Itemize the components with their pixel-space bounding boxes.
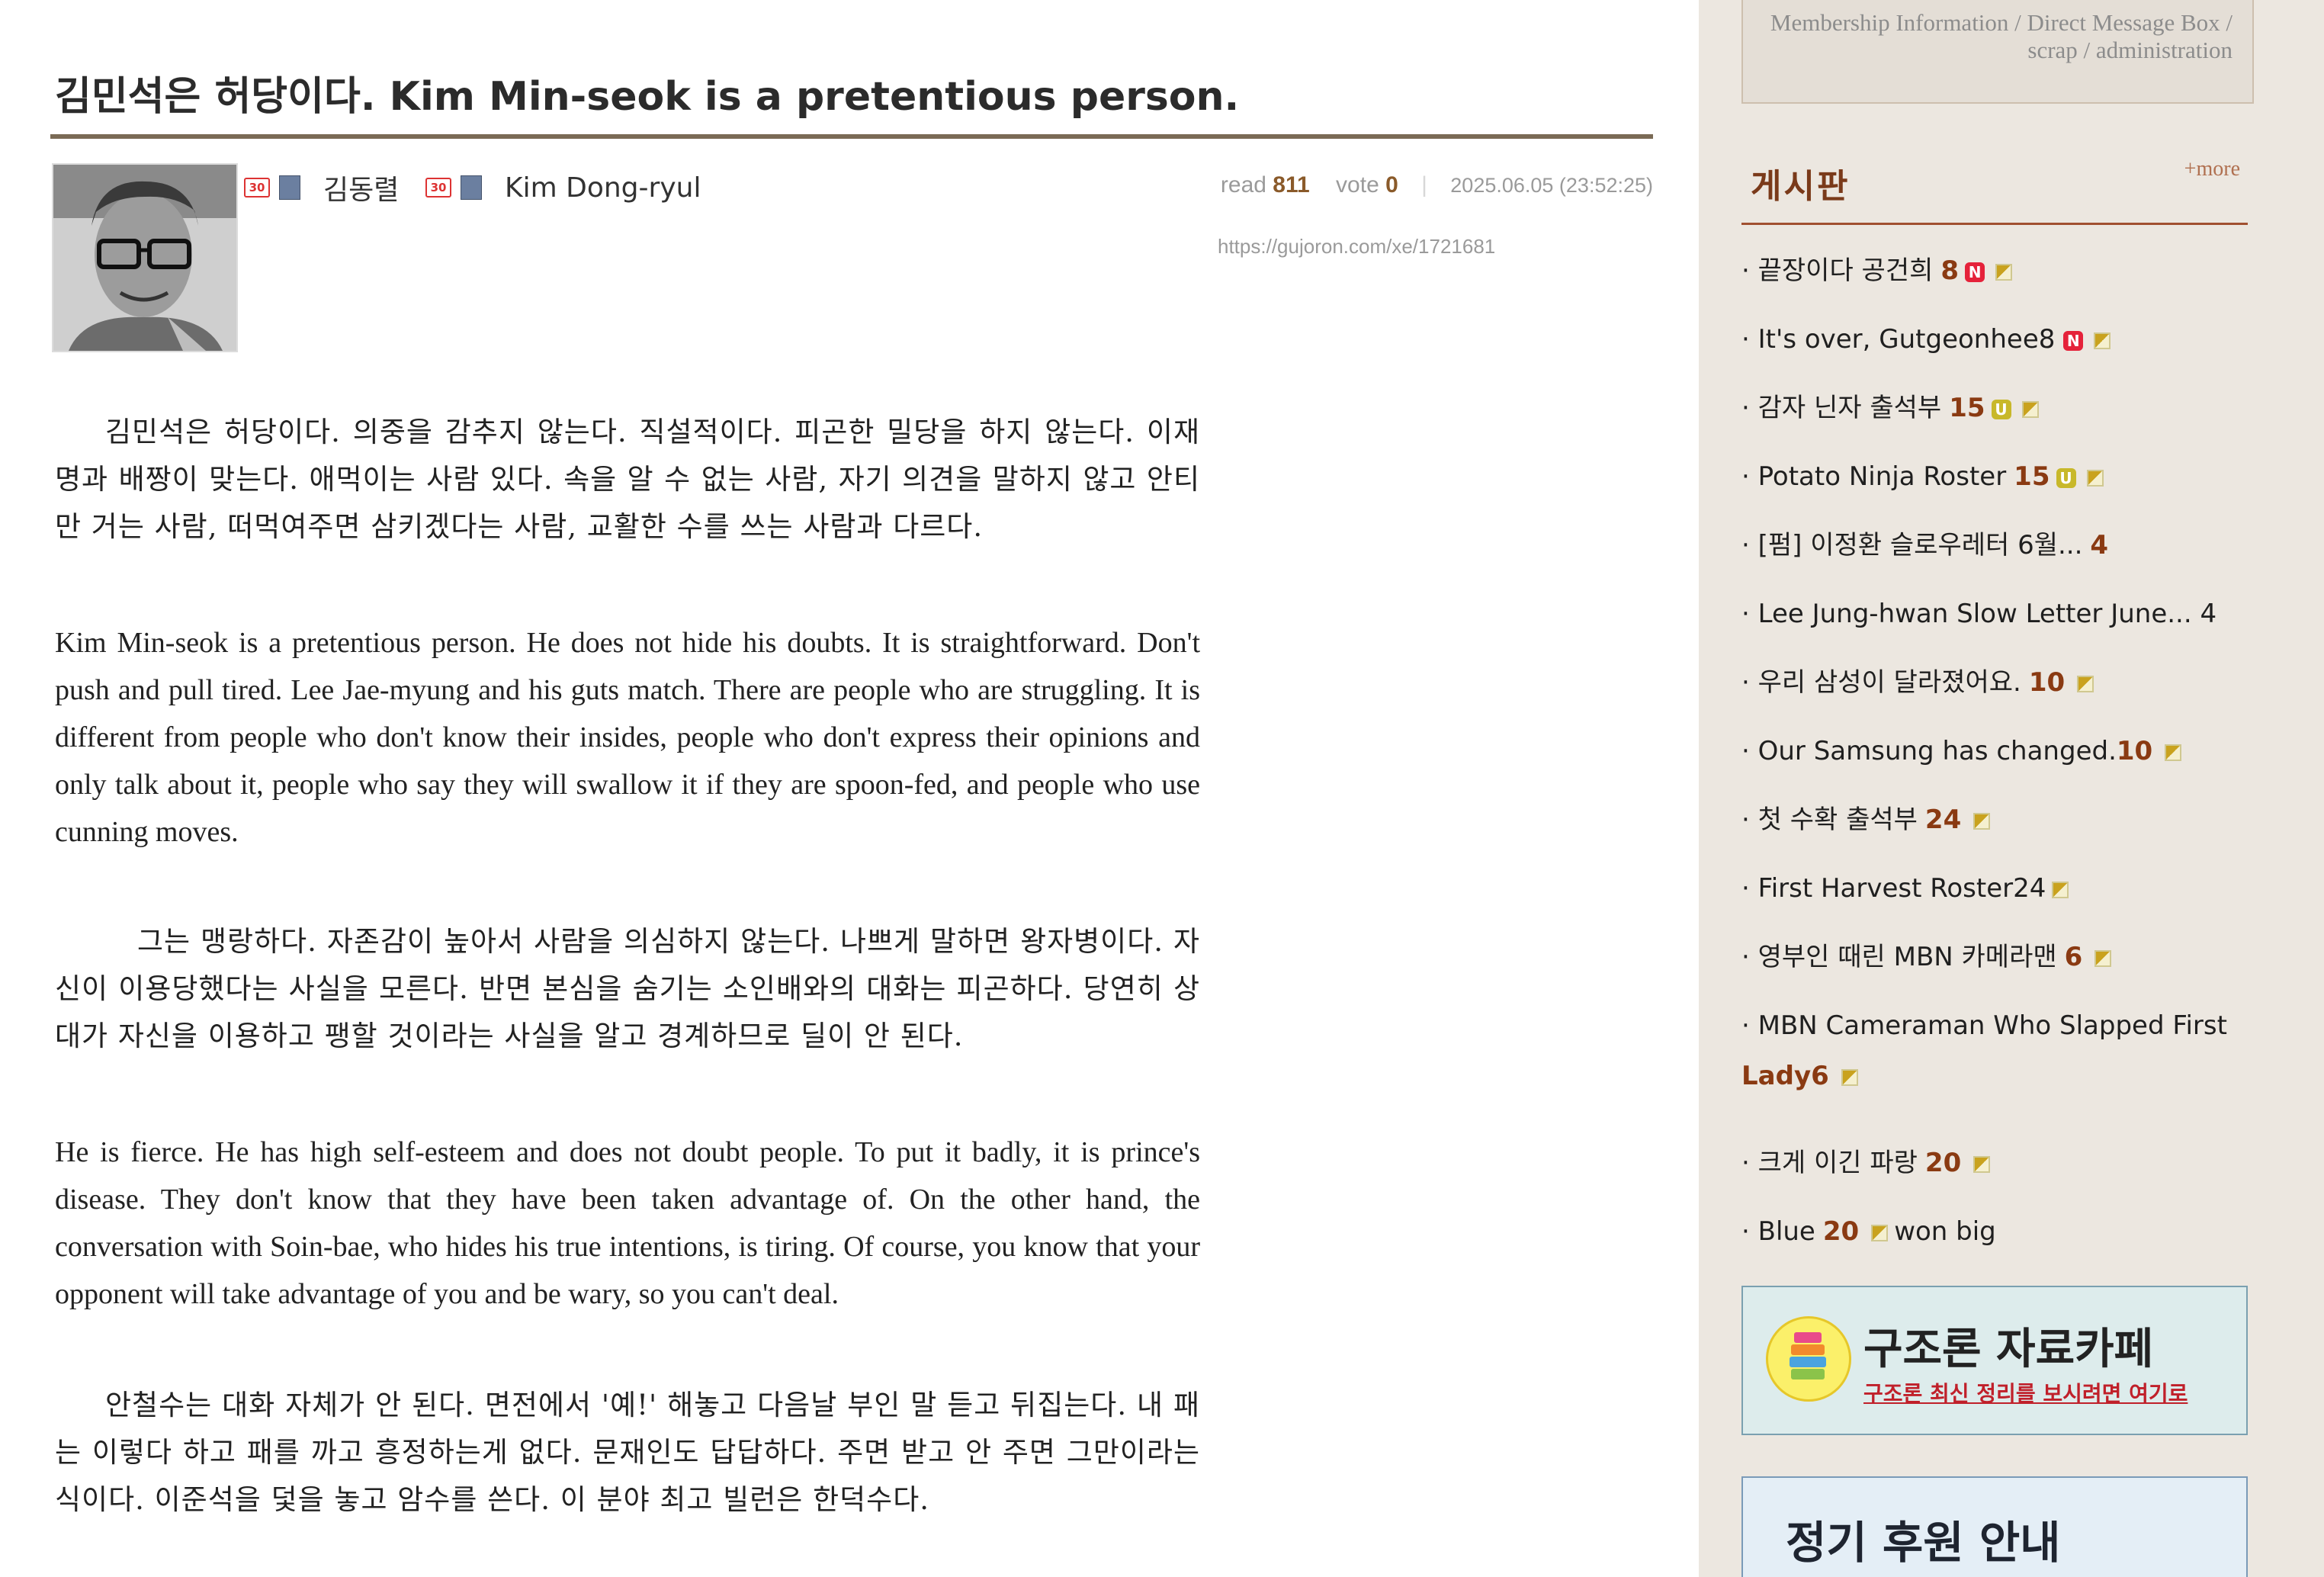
image-attached-icon xyxy=(1973,1155,1991,1173)
board-list: · 끝장이다 공건희 8 N · It's over, Gutgeonhee8 N … xyxy=(1741,246,2248,1275)
author-mini-icon xyxy=(461,175,482,200)
author-mini-icon xyxy=(279,175,300,200)
level-badge: 30 xyxy=(425,178,451,198)
more-link[interactable]: +more xyxy=(2184,157,2240,181)
item-title[interactable]: · 영부인 때린 MBN 카메라맨 xyxy=(1741,942,2057,972)
level-badge: 30 xyxy=(244,178,270,198)
list-item[interactable]: · 영부인 때린 MBN 카메라맨 6 xyxy=(1741,932,2248,1000)
new-badge-icon: N xyxy=(1965,262,1985,282)
list-item[interactable]: · Potato Ninja Roster 15 U xyxy=(1741,451,2248,520)
item-title[interactable]: · Blue xyxy=(1741,1216,1815,1247)
comment-count: 20 xyxy=(1822,1216,1860,1247)
list-item[interactable]: · 끝장이다 공건희 8 N xyxy=(1741,246,2248,314)
post-url-link[interactable]: https://gujoron.com/xe/1721681 xyxy=(1218,235,1495,259)
paragraph-ko-1: 김민석은 허당이다. 의중을 감추지 않는다. 직설적이다. 피곤한 밀당을 하… xyxy=(55,416,1200,543)
update-badge-icon: U xyxy=(1991,399,2011,419)
item-title[interactable]: · MBN Cameraman Who Slapped First xyxy=(1741,1010,2227,1041)
title-divider xyxy=(50,134,1653,139)
board-title[interactable]: 게시판 xyxy=(1751,159,1850,207)
list-item[interactable]: · Our Samsung has changed.10 xyxy=(1741,726,2248,795)
author-korean[interactable]: 30 김동렬 xyxy=(244,168,399,207)
paragraph-ko-2: 그는 맹랑하다. 자존감이 높아서 사람을 의심하지 않는다. 나쁘게 말하면 … xyxy=(55,925,1200,1052)
read-count: 811 xyxy=(1273,172,1310,198)
member-links-text[interactable]: Membership Information / Direct Message … xyxy=(1770,9,2233,63)
image-attached-icon xyxy=(1871,1224,1889,1241)
image-attached-icon xyxy=(2094,949,2112,967)
image-attached-icon xyxy=(1973,812,1991,830)
item-title[interactable]: · First Harvest Roster24 xyxy=(1741,873,2046,904)
image-attached-icon xyxy=(1841,1068,1858,1086)
cafe-logo-icon xyxy=(1766,1316,1851,1402)
list-item[interactable]: · Lee Jung-hwan Slow Letter June... 4 xyxy=(1741,589,2248,657)
image-attached-icon xyxy=(2077,675,2094,692)
comment-count: 15 xyxy=(2014,461,2050,492)
comment-count: 24 xyxy=(1924,805,1962,835)
author-english[interactable]: 30 Kim Dong-ryul xyxy=(425,168,701,207)
item-title[interactable]: · [펌] 이정환 슬로우레터 6월... xyxy=(1741,530,2082,560)
image-attached-icon xyxy=(1995,263,2013,281)
list-item[interactable]: · 첫 수확 출석부 24 xyxy=(1741,795,2248,863)
update-badge-icon: U xyxy=(2056,467,2076,488)
image-attached-icon xyxy=(2165,744,2182,761)
comment-count: 4 xyxy=(2090,530,2109,560)
comment-count: 10 xyxy=(2028,667,2066,698)
board-header: 게시판 +more xyxy=(1741,149,2248,225)
comment-count: 15 xyxy=(1949,393,1985,423)
list-item[interactable]: · MBN Cameraman Who Slapped First Lady6 xyxy=(1741,1000,2248,1138)
paragraph-en-1: Kim Min-seok is a pretentious person. He… xyxy=(55,627,1200,848)
post-title: 김민석은 허당이다. Kim Min-seok is a pretentious… xyxy=(55,74,1240,120)
item-title[interactable]: · 첫 수확 출석부 xyxy=(1741,805,1918,835)
list-item[interactable]: · It's over, Gutgeonhee8 N xyxy=(1741,314,2248,383)
image-attached-icon xyxy=(2086,469,2104,487)
item-title[interactable]: · 감자 닌자 출석부 xyxy=(1741,393,1941,423)
comment-count: 10 xyxy=(2116,736,2153,766)
image-attached-icon xyxy=(2094,332,2111,349)
item-title[interactable]: · 우리 삼성이 달라졌어요. xyxy=(1741,667,2021,698)
stacked-books-icon xyxy=(1790,1332,1826,1379)
list-item[interactable]: · 감자 닌자 출석부 15 U xyxy=(1741,383,2248,451)
list-item[interactable]: · 크게 이긴 파랑 20 xyxy=(1741,1138,2248,1206)
comment-count: 6 xyxy=(2064,942,2083,972)
item-title[interactable]: · Lee Jung-hwan Slow Letter June... 4 xyxy=(1741,599,2216,629)
item-title[interactable]: · 끝장이다 공건희 xyxy=(1741,255,1933,286)
list-item[interactable]: · First Harvest Roster24 xyxy=(1741,863,2248,932)
vote-count: 0 xyxy=(1385,172,1398,198)
image-attached-icon xyxy=(2021,400,2039,418)
item-title[interactable]: · It's over, Gutgeonhee8 xyxy=(1741,324,2055,355)
post-area: 김민석은 허당이다. Kim Min-seok is a pretentious… xyxy=(0,0,1699,1577)
cafe-link[interactable]: 구조론 최신 정리를 보시려면 여기로 xyxy=(1863,1377,2188,1408)
comment-count: 20 xyxy=(1924,1148,1962,1178)
author-photo xyxy=(53,165,236,351)
post-date: 2025.06.05 (23:52:25) xyxy=(1450,174,1653,197)
image-attached-icon xyxy=(2052,881,2069,898)
support-banner[interactable]: 정기 후원 안내 xyxy=(1741,1476,2248,1577)
comment-count: Lady6 xyxy=(1741,1061,1829,1091)
avatar[interactable] xyxy=(52,163,238,352)
item-title[interactable]: · 크게 이긴 파랑 xyxy=(1741,1148,1918,1178)
author-name[interactable]: Kim Dong-ryul xyxy=(505,172,701,204)
comment-count: 8 xyxy=(1940,255,1960,286)
vote-label: vote xyxy=(1336,172,1379,198)
item-title[interactable]: · Our Samsung has changed. xyxy=(1741,736,2117,766)
paragraph-ko-3: 안철수는 대화 자체가 안 된다. 면전에서 '예!' 해놓고 다음날 부인 말… xyxy=(55,1389,1200,1516)
item-title[interactable]: · Potato Ninja Roster xyxy=(1741,461,2006,492)
read-label: read xyxy=(1220,172,1266,198)
new-badge-icon: N xyxy=(2063,330,2084,351)
list-item[interactable]: · Blue 20 won big xyxy=(1741,1206,2248,1275)
meta-separator: | xyxy=(1421,172,1427,198)
support-title: 정기 후원 안내 xyxy=(1786,1517,2061,1569)
member-links: Membership Information / Direct Message … xyxy=(1741,0,2254,104)
cafe-title: 구조론 자료카페 xyxy=(1863,1325,2154,1374)
paragraph-en-2: He is fierce. He has high self-esteem an… xyxy=(55,1136,1200,1310)
list-item[interactable]: · [펌] 이정환 슬로우레터 6월... 4 xyxy=(1741,520,2248,589)
list-item[interactable]: · 우리 삼성이 달라졌어요. 10 xyxy=(1741,657,2248,726)
cafe-banner[interactable]: 구조론 자료카페 구조론 최신 정리를 보시려면 여기로 xyxy=(1741,1286,2248,1435)
post-meta: read 811 vote 0 | 2025.06.05 (23:52:25) xyxy=(1221,172,1653,198)
sidebar: Membership Information / Direct Message … xyxy=(1699,0,2324,1577)
item-suffix[interactable]: won big xyxy=(1894,1216,1996,1247)
author-name[interactable]: 김동렬 xyxy=(323,168,399,207)
